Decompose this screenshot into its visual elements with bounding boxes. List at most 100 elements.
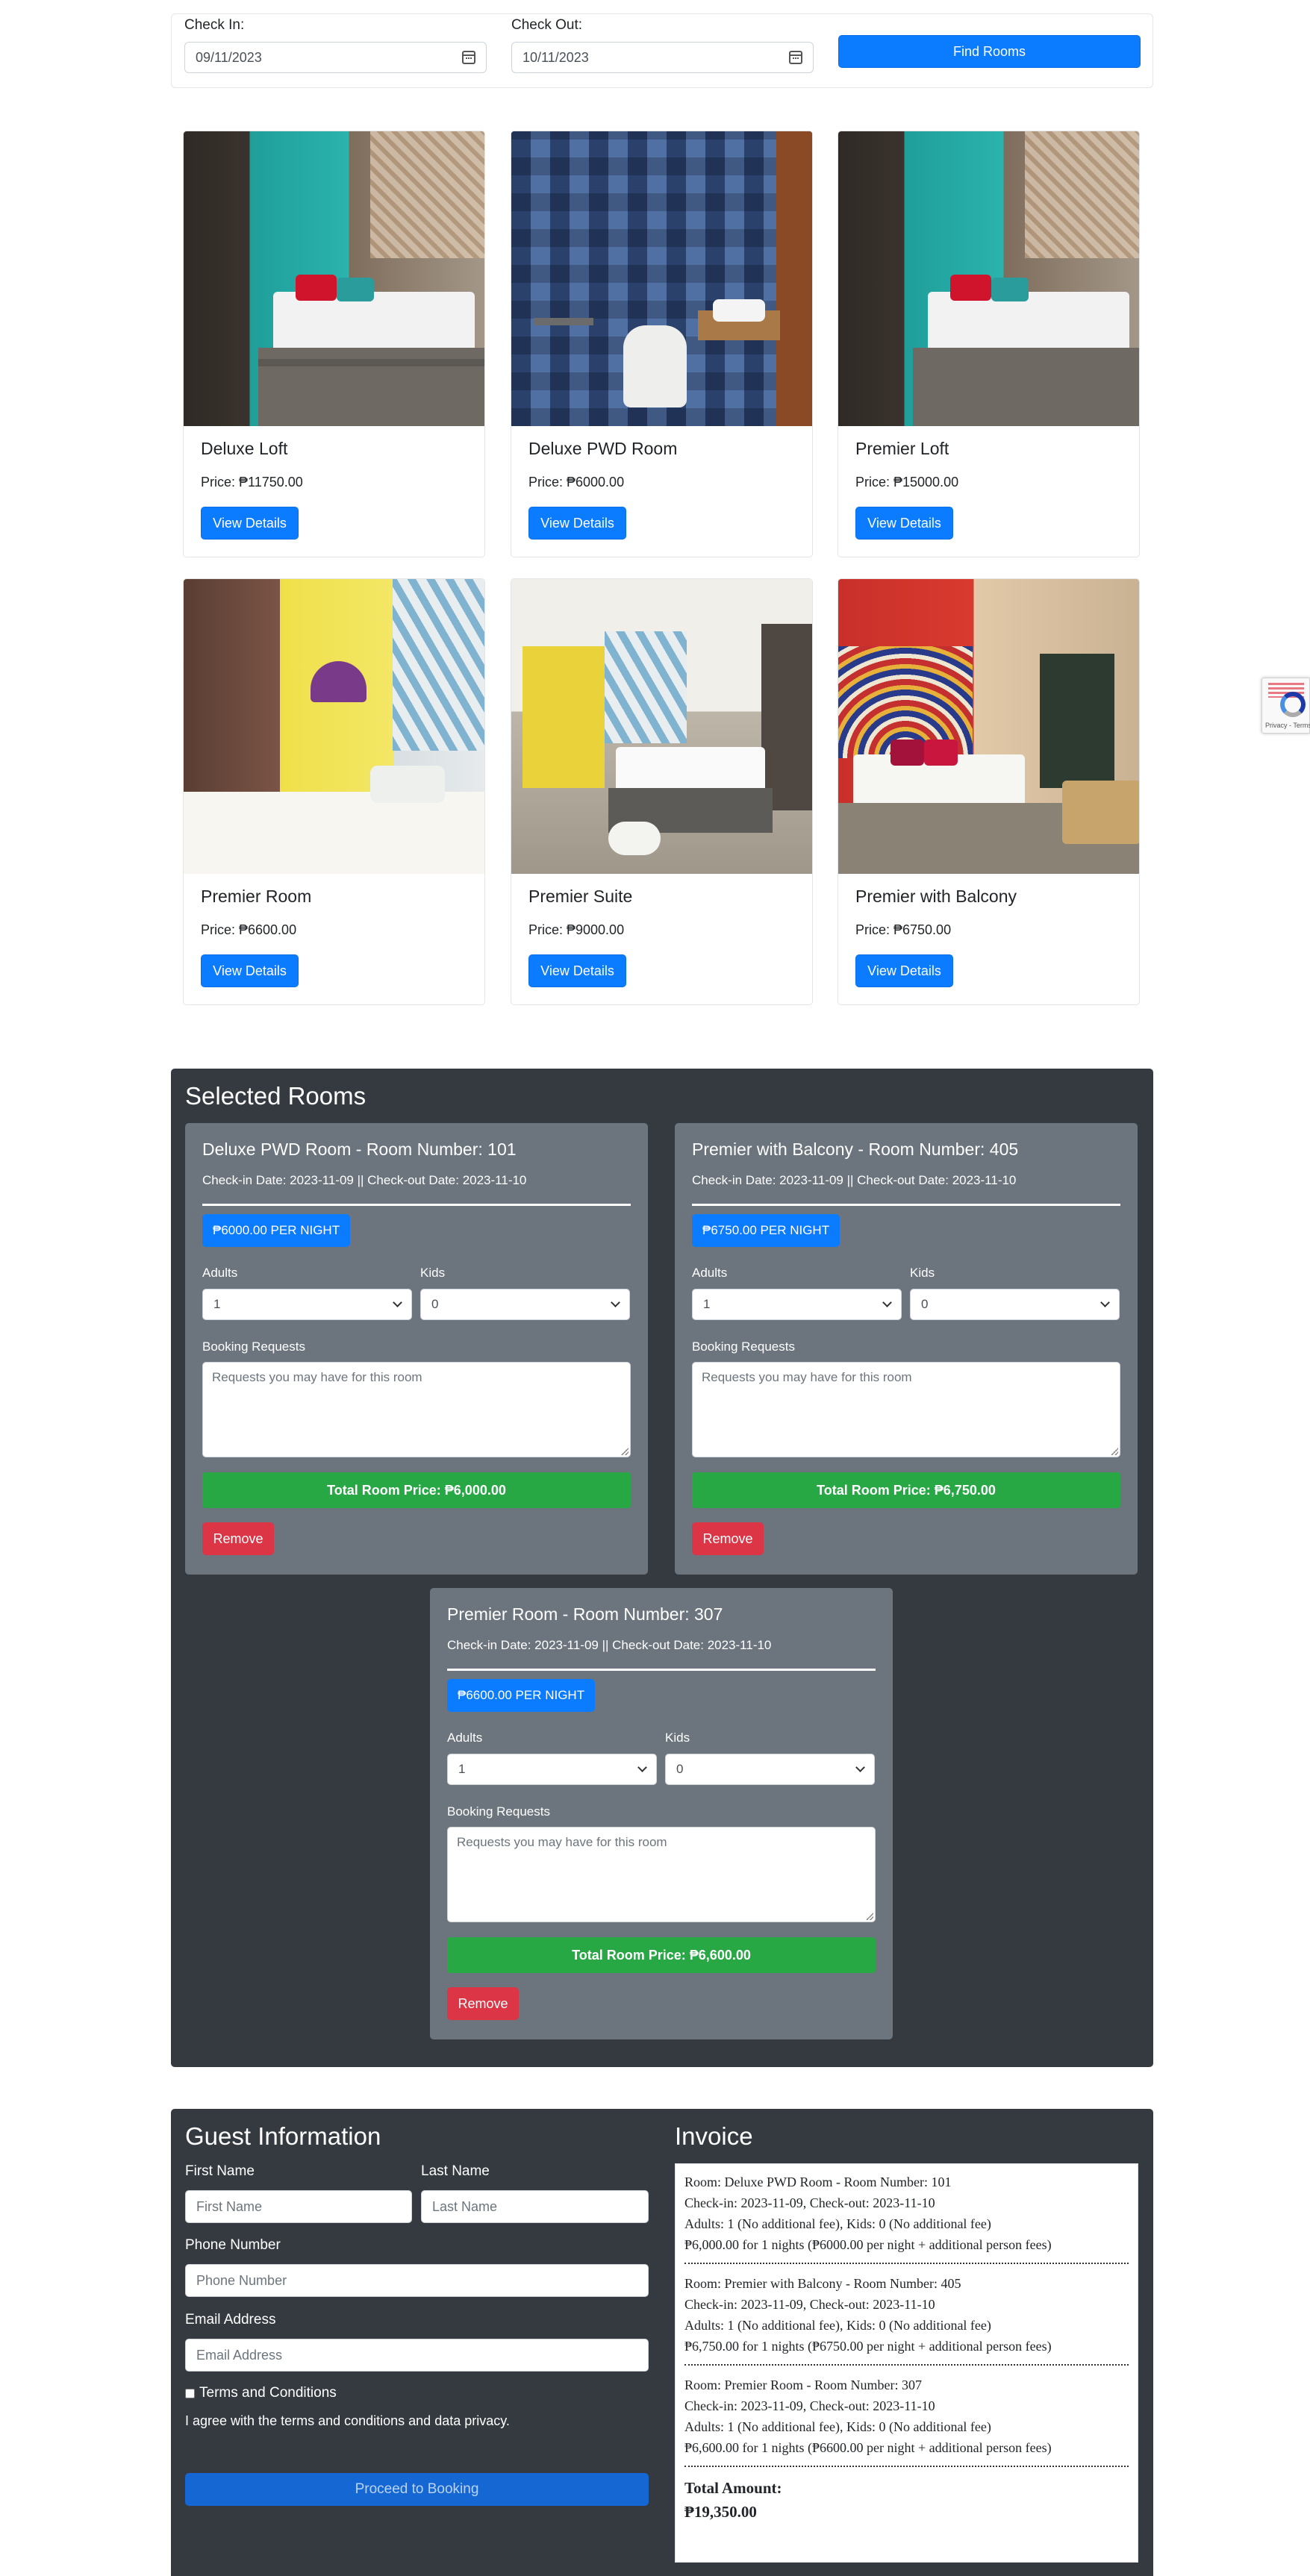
check-out-input[interactable]: 10/11/2023 <box>511 42 814 73</box>
recaptcha-badge[interactable]: Privacy - Terms <box>1261 678 1310 734</box>
selected-room-title: Deluxe PWD Room - Room Number: 101 <box>202 1139 517 1159</box>
adults-label: Adults <box>692 1266 728 1280</box>
selected-room-title: Premier with Balcony - Room Number: 405 <box>692 1139 1019 1159</box>
room-price: Price: ₱6750.00 <box>855 922 952 937</box>
remove-button[interactable]: Remove <box>692 1522 764 1555</box>
room-name: Premier Loft <box>855 439 949 458</box>
view-details-button[interactable]: View Details <box>201 507 299 540</box>
selected-room-card: Deluxe PWD Room - Room Number: 101 Check… <box>185 1123 648 1575</box>
invoice-guests: Adults: 1 (No additional fee), Kids: 0 (… <box>684 2318 991 2333</box>
room-price: Price: ₱11750.00 <box>201 475 303 490</box>
view-details-button[interactable]: View Details <box>528 507 626 540</box>
room-name: Premier Room <box>201 887 312 906</box>
room-name: Deluxe PWD Room <box>528 439 678 458</box>
find-rooms-button[interactable]: Find Rooms <box>838 35 1141 68</box>
room-card: Premier Room Price: ₱6600.00 View Detail… <box>183 578 485 1005</box>
check-in-input[interactable]: 09/11/2023 <box>184 42 487 73</box>
invoice-separator <box>684 2364 1129 2366</box>
guest-info-title: Guest Information <box>185 2122 381 2150</box>
first-name-label: First Name <box>185 2163 255 2179</box>
room-card: Deluxe PWD Room Price: ₱6000.00 View Det… <box>511 131 813 557</box>
room-photo <box>838 579 1139 874</box>
room-price: Price: ₱6600.00 <box>201 922 297 937</box>
phone-label: Phone Number <box>185 2237 281 2253</box>
rate-badge: ₱6000.00 PER NIGHT <box>202 1214 351 1247</box>
check-in-value: 09/11/2023 <box>196 49 262 65</box>
textarea-placeholder: Requests you may have for this room <box>702 1370 912 1384</box>
terms-checkbox[interactable] <box>185 2389 195 2398</box>
room-photo <box>511 579 812 874</box>
kids-value: 0 <box>676 1762 684 1776</box>
invoice-dates: Check-in: 2023-11-09, Check-out: 2023-11… <box>684 2398 935 2413</box>
room-name: Deluxe Loft <box>201 439 288 458</box>
adults-select[interactable]: 1 <box>202 1289 412 1320</box>
room-card: Deluxe Loft Price: ₱11750.00 View Detail… <box>183 131 485 557</box>
chevron-down-icon <box>882 1298 892 1307</box>
invoice-total-value: ₱19,350.00 <box>684 2503 757 2521</box>
room-photo <box>184 131 484 426</box>
adults-select[interactable]: 1 <box>692 1289 902 1320</box>
view-details-button[interactable]: View Details <box>855 954 953 987</box>
adults-value: 1 <box>213 1297 221 1311</box>
view-details-button[interactable]: View Details <box>201 954 299 987</box>
terms-text: I agree with the terms and conditions an… <box>185 2413 510 2428</box>
first-name-placeholder: First Name <box>196 2198 263 2214</box>
room-name: Premier with Balcony <box>855 887 1017 906</box>
selected-room-title: Premier Room - Room Number: 307 <box>447 1604 723 1624</box>
total-room-price: Total Room Price: ₱6,750.00 <box>692 1472 1120 1508</box>
kids-select[interactable]: 0 <box>665 1754 875 1785</box>
room-name: Premier Suite <box>528 887 633 906</box>
view-details-button[interactable]: View Details <box>855 507 953 540</box>
total-room-price: Total Room Price: ₱6,000.00 <box>202 1472 631 1508</box>
booking-requests-label: Booking Requests <box>202 1339 305 1354</box>
remove-button[interactable]: Remove <box>202 1522 274 1555</box>
phone-input[interactable]: Phone Number <box>185 2264 649 2297</box>
divider <box>202 1204 631 1206</box>
terms-label[interactable]: Terms and Conditions <box>199 2385 337 2401</box>
total-room-price: Total Room Price: ₱6,600.00 <box>447 1937 876 1973</box>
view-details-button[interactable]: View Details <box>528 954 626 987</box>
kids-label: Kids <box>910 1266 935 1280</box>
adults-select[interactable]: 1 <box>447 1754 657 1785</box>
chevron-down-icon <box>1100 1298 1110 1307</box>
resize-handle-icon[interactable] <box>1111 1448 1118 1455</box>
invoice-guests: Adults: 1 (No additional fee), Kids: 0 (… <box>684 2419 991 2434</box>
remove-button[interactable]: Remove <box>447 1987 519 2020</box>
room-card: Premier Loft Price: ₱15000.00 View Detai… <box>838 131 1140 557</box>
invoice-total-label: Total Amount: <box>684 2479 782 2497</box>
textarea-placeholder: Requests you may have for this room <box>457 1835 667 1849</box>
adults-label: Adults <box>447 1731 483 1745</box>
last-name-input[interactable]: Last Name <box>421 2190 649 2223</box>
kids-select[interactable]: 0 <box>910 1289 1120 1320</box>
kids-select[interactable]: 0 <box>420 1289 630 1320</box>
booking-requests-textarea[interactable]: Requests you may have for this room <box>202 1362 631 1457</box>
room-price: Price: ₱9000.00 <box>528 922 625 937</box>
booking-requests-textarea[interactable]: Requests you may have for this room <box>692 1362 1120 1457</box>
selected-room-dates: Check-in Date: 2023-11-09 || Check-out D… <box>202 1173 527 1187</box>
calendar-icon[interactable] <box>462 51 475 64</box>
email-input[interactable]: Email Address <box>185 2339 649 2372</box>
invoice-separator <box>684 2466 1129 2467</box>
kids-value: 0 <box>431 1297 439 1311</box>
phone-placeholder: Phone Number <box>196 2272 287 2288</box>
recaptcha-terms[interactable]: Privacy - Terms <box>1265 722 1310 729</box>
booking-requests-textarea[interactable]: Requests you may have for this room <box>447 1827 876 1922</box>
selected-rooms-section: Selected Rooms Deluxe PWD Room - Room Nu… <box>171 1069 1153 2067</box>
invoice-separator <box>684 2263 1129 2264</box>
proceed-to-booking-button[interactable]: Proceed to Booking <box>185 2473 649 2506</box>
calendar-icon[interactable] <box>789 51 802 64</box>
first-name-input[interactable]: First Name <box>185 2190 412 2223</box>
chevron-down-icon <box>855 1763 865 1772</box>
last-name-placeholder: Last Name <box>432 2198 498 2214</box>
divider <box>447 1669 876 1671</box>
resize-handle-icon[interactable] <box>621 1448 629 1455</box>
check-out-value: 10/11/2023 <box>523 49 589 65</box>
last-name-label: Last Name <box>421 2163 490 2179</box>
resize-handle-icon[interactable] <box>866 1913 873 1920</box>
chevron-down-icon <box>637 1763 647 1772</box>
room-photo <box>838 131 1139 426</box>
adults-value: 1 <box>458 1762 466 1776</box>
room-photo <box>511 131 812 426</box>
search-bar: Check In: 09/11/2023 Check Out: 10/11/20… <box>171 13 1153 88</box>
divider <box>692 1204 1120 1206</box>
